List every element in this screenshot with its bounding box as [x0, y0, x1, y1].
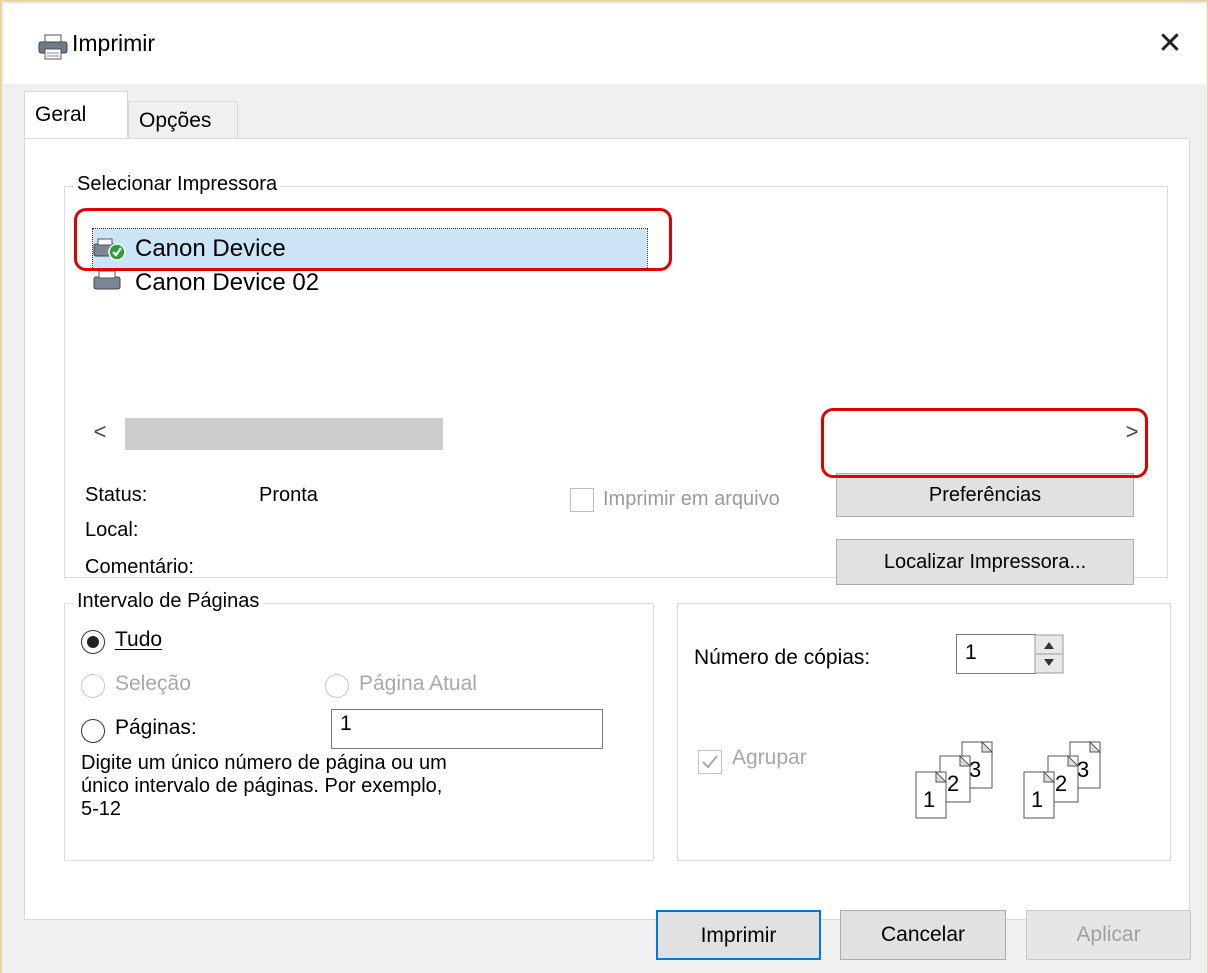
cancel-button[interactable]: Cancelar	[840, 910, 1006, 960]
printer-name: Canon Device	[135, 235, 286, 262]
printer-default-icon	[93, 236, 129, 262]
scroll-right-icon[interactable]: >	[1117, 418, 1147, 446]
pages-input[interactable]: 1	[331, 709, 603, 749]
collate-illustration-icon: 3 2 1 3 2 1	[915, 740, 1102, 819]
printer-item-canon-device[interactable]: Canon Device	[92, 228, 648, 270]
radio-all-label: Tudo	[115, 628, 163, 651]
radio-pages-label: Páginas:	[115, 716, 197, 739]
print-button[interactable]: Imprimir	[656, 910, 821, 960]
apply-button[interactable]: Aplicar	[1026, 910, 1191, 960]
find-printer-button[interactable]: Localizar Impressora...	[836, 539, 1134, 585]
radio-current-page[interactable]	[325, 674, 349, 698]
printer-icon	[93, 269, 129, 295]
copies-label: Número de cópias:	[694, 646, 871, 669]
copies-spinner[interactable]	[1034, 634, 1064, 674]
radio-dot	[87, 636, 99, 648]
title-bar: Imprimir ✕	[4, 4, 1206, 84]
printer-item-canon-device-02[interactable]: Canon Device 02	[93, 269, 319, 297]
print-to-file-checkbox[interactable]	[570, 488, 594, 512]
collate-page-2: 2	[947, 771, 959, 796]
collate-page-3: 3	[1077, 757, 1089, 782]
location-label: Local:	[85, 519, 139, 541]
copies-group: Número de cópias: 1 Agrupar 3 2 1 3 2 1	[677, 603, 1171, 861]
printer-list[interactable]: Canon Device Canon Device 02	[85, 228, 1145, 419]
collate-checkbox[interactable]	[698, 750, 722, 774]
collate-page-3: 3	[969, 757, 981, 782]
hint-line: 5-12	[81, 798, 122, 820]
radio-all[interactable]	[81, 630, 105, 654]
printer-group-title: Selecionar Impressora	[73, 173, 282, 196]
print-dialog: Imprimir ✕ Geral Opções Selecionar Impre…	[0, 0, 1208, 973]
printer-list-scrollbar[interactable]: < >	[85, 414, 1147, 450]
preferences-button[interactable]: Preferências	[836, 473, 1134, 517]
collate-page-1: 1	[1031, 787, 1043, 812]
scroll-left-icon[interactable]: <	[85, 418, 115, 446]
print-to-file-label: Imprimir em arquivo	[603, 488, 780, 510]
close-button[interactable]: ✕	[1148, 22, 1192, 66]
copies-input[interactable]: 1	[956, 634, 1036, 674]
status-value: Pronta	[259, 484, 318, 506]
status-label: Status:	[85, 484, 148, 506]
hint-line: Digite um único número de página ou um	[81, 752, 447, 774]
close-icon: ✕	[1157, 27, 1183, 60]
page-range-title: Intervalo de Páginas	[73, 590, 264, 613]
radio-selection[interactable]	[81, 674, 105, 698]
printer-selection-group: Selecionar Impressora Canon Device Canon…	[64, 173, 1168, 585]
tab-panel-geral: Selecionar Impressora Canon Device Canon…	[24, 138, 1190, 920]
tab-geral[interactable]: Geral	[24, 91, 128, 138]
collate-page-1: 1	[923, 787, 935, 812]
collate-page-2: 2	[1055, 771, 1067, 796]
page-range-hint: Digite um único número de página ou um ú…	[81, 752, 447, 821]
printer-icon	[37, 34, 69, 60]
tab-opcoes[interactable]: Opções	[128, 101, 238, 139]
printer-name: Canon Device 02	[135, 269, 320, 296]
radio-pages[interactable]	[81, 719, 105, 743]
window-title: Imprimir	[72, 30, 156, 56]
radio-current-page-label: Página Atual	[359, 672, 477, 695]
scrollbar-thumb[interactable]	[125, 418, 443, 450]
page-range-group: Intervalo de Páginas Tudo Seleção Página…	[64, 590, 654, 861]
comment-label: Comentário:	[85, 556, 194, 578]
radio-selection-label: Seleção	[115, 672, 191, 695]
collate-label: Agrupar	[732, 746, 807, 769]
hint-line: único intervalo de páginas. Por exemplo,	[81, 775, 443, 797]
